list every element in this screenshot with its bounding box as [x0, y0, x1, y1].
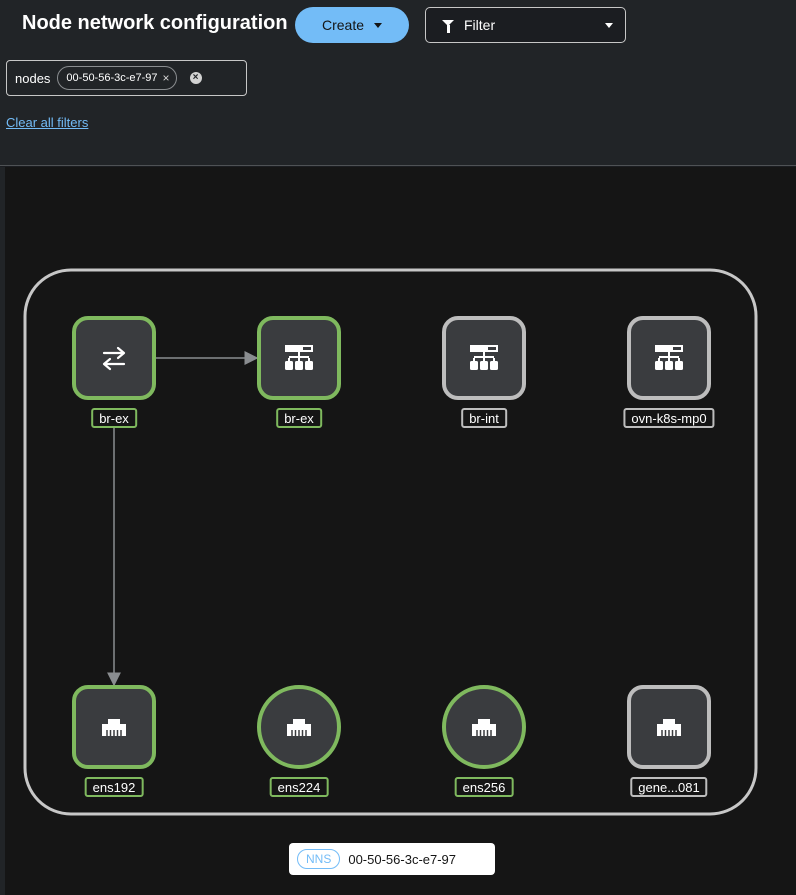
- filter-icon: [442, 20, 454, 33]
- node-label[interactable]: ovn-k8s-mp0: [623, 408, 715, 428]
- node-br-ex-bridge[interactable]: [257, 316, 341, 400]
- node-label[interactable]: ens224: [269, 777, 329, 797]
- filter-chip-value: 00-50-56-3c-e7-97: [66, 72, 158, 84]
- chip-close-icon[interactable]: ×: [163, 71, 170, 85]
- group-label[interactable]: NNS 00-50-56-3c-e7-97: [289, 843, 495, 875]
- nns-badge: NNS: [297, 849, 341, 869]
- node-ens256-ethernet[interactable]: [442, 685, 526, 769]
- node-shape: [72, 316, 156, 400]
- node-label[interactable]: br-ex: [91, 408, 137, 428]
- filter-dropdown[interactable]: Filter: [425, 7, 626, 43]
- group-name: 00-50-56-3c-e7-97: [348, 851, 457, 867]
- node-label[interactable]: ens192: [84, 777, 144, 797]
- node-gene...081-ethernet[interactable]: [627, 685, 711, 769]
- node-label[interactable]: br-int: [461, 408, 507, 428]
- caret-down-icon: [605, 22, 613, 28]
- node-br-int-bridge[interactable]: [442, 316, 526, 400]
- page-header: Node network configuration Create Filter…: [0, 0, 796, 166]
- filter-label: Filter: [464, 17, 496, 33]
- caret-down-icon: [374, 22, 383, 28]
- bridge-icon: [655, 345, 683, 370]
- clear-group-icon[interactable]: ×: [189, 72, 202, 84]
- page-title: Node network configuration: [22, 12, 288, 34]
- topology-canvas[interactable]: br-ex br-ex br-int ovn-k8s-mp0 ens192 ens224 e…: [5, 167, 796, 895]
- bridge-icon: [285, 345, 313, 370]
- create-button-label: Create: [321, 17, 365, 33]
- bridge-icon: [470, 345, 498, 370]
- node-ovn-k8s-mp0-bridge[interactable]: [627, 316, 711, 400]
- node-ens192-ethernet[interactable]: [72, 685, 156, 769]
- filter-chip-group: nodes 00-50-56-3c-e7-97 × ×: [6, 60, 247, 96]
- chip-group-category: nodes: [15, 70, 51, 86]
- node-label[interactable]: gene...081: [630, 777, 708, 797]
- create-button[interactable]: Create: [295, 7, 409, 43]
- node-br-ex-bond[interactable]: [72, 316, 156, 400]
- clear-all-filters-link[interactable]: Clear all filters: [6, 115, 88, 130]
- filter-chip: 00-50-56-3c-e7-97 ×: [57, 66, 177, 90]
- node-ens224-ethernet[interactable]: [257, 685, 341, 769]
- node-label[interactable]: br-ex: [276, 408, 322, 428]
- node-label[interactable]: ens256: [454, 777, 514, 797]
